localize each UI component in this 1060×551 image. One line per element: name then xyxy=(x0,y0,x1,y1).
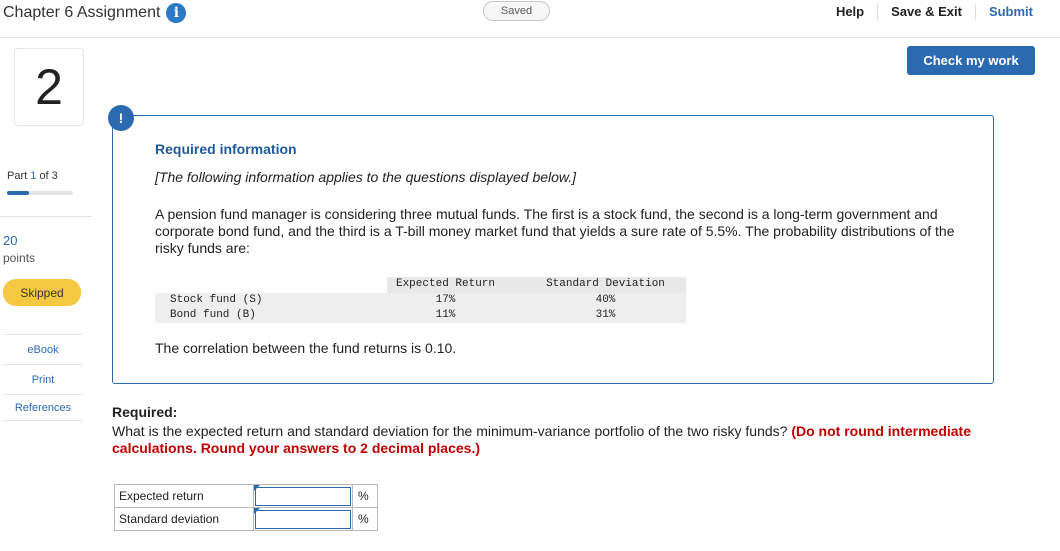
info-applies-note: [The following information applies to th… xyxy=(155,169,577,185)
assignment-title-area: Chapter 6 Assignment i xyxy=(3,3,187,23)
save-exit-link[interactable]: Save & Exit xyxy=(878,4,976,20)
input-marker-icon xyxy=(254,485,260,491)
part-progress-fill xyxy=(7,191,29,195)
print-link[interactable]: Print xyxy=(3,365,83,395)
fund-distribution-table: Expected Return Standard Deviation Stock… xyxy=(155,277,686,323)
check-my-work-button[interactable]: Check my work xyxy=(907,46,1035,75)
standard-deviation-input[interactable] xyxy=(255,509,351,529)
table-cell: Bond fund (B) xyxy=(170,309,256,321)
table-header-cell: Expected Return xyxy=(395,278,496,290)
answer-row-expected-return: Expected return % xyxy=(114,484,378,508)
saved-status-pill: Saved xyxy=(483,1,550,21)
sidebar-resource-links: eBook Print References xyxy=(3,334,83,421)
correlation-text: The correlation between the fund returns… xyxy=(155,340,457,356)
table-header-cell: Standard Deviation xyxy=(546,278,665,290)
points-label: points xyxy=(3,251,36,265)
answer-label: Standard deviation xyxy=(114,507,254,531)
answer-row-standard-deviation: Standard deviation % xyxy=(114,507,378,531)
answer-unit: % xyxy=(352,484,378,508)
part-total: of 3 xyxy=(39,170,58,182)
table-header-row: Expected Return Standard Deviation xyxy=(155,277,686,293)
ebook-link[interactable]: eBook xyxy=(3,335,83,365)
answer-unit: % xyxy=(352,507,378,531)
part-word: Part xyxy=(7,170,28,182)
part-progress-bar xyxy=(7,191,73,195)
top-bar: Chapter 6 Assignment i Saved Help Save &… xyxy=(0,0,1060,38)
expected-return-input[interactable] xyxy=(255,486,351,506)
answer-cell xyxy=(253,484,353,508)
answer-cell xyxy=(253,507,353,531)
answer-table: Expected return % Standard deviation % xyxy=(114,484,378,531)
input-marker-icon xyxy=(254,508,260,514)
question-body: What is the expected return and standard… xyxy=(112,423,788,439)
table-cell: 11% xyxy=(435,309,456,321)
help-link[interactable]: Help xyxy=(823,4,879,20)
alert-icon: ! xyxy=(108,105,134,131)
table-cell: Stock fund (S) xyxy=(170,294,263,306)
required-information-title: Required information xyxy=(155,141,297,157)
table-row: Stock fund (S) 17% 40% xyxy=(155,293,686,308)
assignment-title: Chapter 6 Assignment xyxy=(3,4,161,21)
problem-paragraph: A pension fund manager is considering th… xyxy=(155,206,955,256)
required-label: Required: xyxy=(112,404,178,420)
info-icon[interactable]: i xyxy=(166,3,187,23)
sidebar-divider xyxy=(0,216,92,217)
question-number: 2 xyxy=(14,48,84,126)
part-current: 1 xyxy=(30,170,37,182)
points-value: 20 xyxy=(3,233,18,248)
top-links: Help Save & Exit Submit xyxy=(823,4,1060,20)
table-cell: 17% xyxy=(435,294,456,306)
references-link[interactable]: References xyxy=(3,395,83,421)
table-cell: 40% xyxy=(595,294,616,306)
skipped-badge: Skipped xyxy=(3,279,81,306)
table-row: Bond fund (B) 11% 31% xyxy=(155,308,686,323)
submit-link[interactable]: Submit xyxy=(976,4,1060,20)
question-text: What is the expected return and standard… xyxy=(112,423,1012,457)
answer-label: Expected return xyxy=(114,484,254,508)
part-indicator: Part 1 of 3 xyxy=(7,170,58,182)
table-cell: 31% xyxy=(595,309,616,321)
